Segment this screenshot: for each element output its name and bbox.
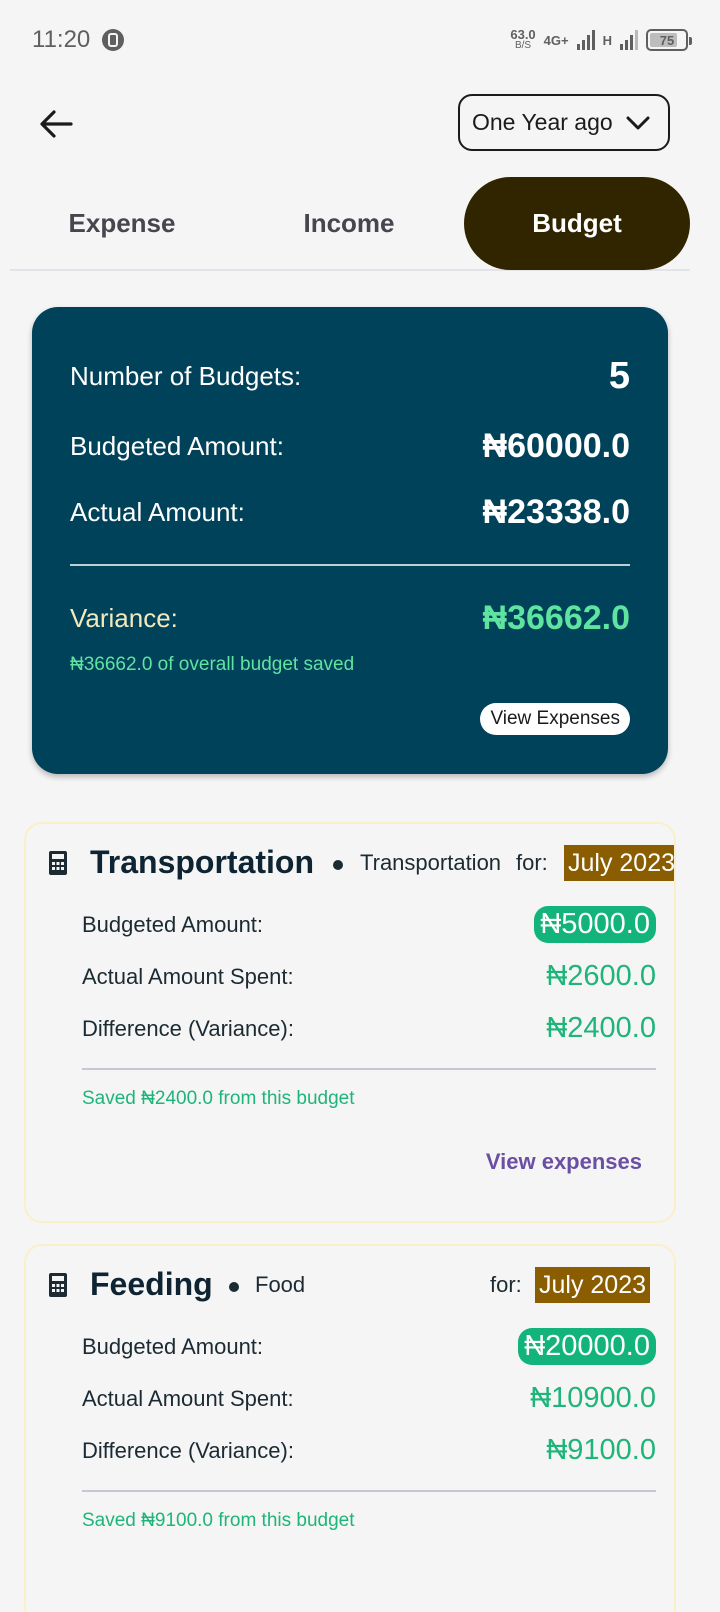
status-bar: 11:20 63.0 B/S 4G+ H 75 (0, 0, 720, 80)
difference-value: ₦2400.0 (546, 1012, 656, 1044)
calculator-icon (49, 1273, 67, 1297)
actual-value: ₦10900.0 (530, 1382, 656, 1414)
signal-icon-secondary (620, 30, 638, 50)
actual-row: Actual Amount Spent: ₦10900.0 (82, 1382, 656, 1415)
budget-card-feeding: Feeding Food for: July 2023 Budgeted Amo… (24, 1244, 676, 1612)
separator-dot (229, 1282, 239, 1292)
budgeted-row: Budgeted Amount: ₦5000.0 (82, 906, 656, 943)
separator-dot (333, 860, 343, 870)
budget-category: Transportation (360, 850, 502, 875)
saved-text: Saved ₦2400.0 from this budget (82, 1088, 355, 1109)
tab-expense[interactable]: Expense (10, 177, 234, 270)
view-expenses-link[interactable]: View expenses (486, 1149, 642, 1175)
summary-actual-row: Actual Amount: ₦23338.0 (70, 493, 630, 532)
battery-level: 75 (659, 32, 675, 48)
summary-count-label: Number of Budgets: (70, 361, 302, 391)
summary-budgeted-value: ₦60000.0 (482, 427, 630, 465)
budgeted-label: Budgeted Amount: (82, 1333, 264, 1359)
status-left: 11:20 (32, 26, 125, 54)
status-right: 63.0 B/S 4G+ H 75 (510, 27, 692, 51)
status-time: 11:20 (32, 26, 91, 53)
back-button[interactable] (30, 98, 82, 150)
chevron-down-icon (626, 116, 650, 129)
summary-budgeted-row: Budgeted Amount: ₦60000.0 (70, 427, 630, 466)
saved-text: Saved ₦9100.0 from this budget (82, 1510, 355, 1531)
budget-date-badge: July 2023 (564, 845, 674, 881)
summary-variance-label: Variance: (70, 603, 178, 633)
budget-for-label: for: (490, 1272, 522, 1297)
budgeted-row: Budgeted Amount: ₦20000.0 (82, 1328, 656, 1365)
signal-icon (576, 30, 595, 50)
actual-row: Actual Amount Spent: ₦2600.0 (82, 960, 656, 993)
network-type-4g: 4G+ (543, 32, 569, 48)
privacy-icon (102, 29, 125, 51)
summary-count-value: 5 (608, 355, 630, 397)
tab-bar: Expense Income Budget (10, 177, 690, 271)
battery-icon: 75 (646, 29, 692, 51)
actual-value: ₦2600.0 (546, 960, 656, 992)
tab-income[interactable]: Income (236, 177, 462, 270)
budget-for-label: for: (516, 850, 548, 875)
budgeted-value: ₦5000.0 (534, 906, 656, 943)
calculator-icon (49, 851, 67, 875)
network-speed-value: 63.0 (510, 27, 536, 42)
difference-label: Difference (Variance): (82, 1437, 294, 1463)
summary-variance-value: ₦36662.0 (482, 599, 630, 637)
summary-count-row: Number of Budgets: 5 (70, 355, 630, 398)
arrow-left-icon (40, 110, 73, 138)
card-divider (82, 1068, 656, 1070)
budgeted-label: Budgeted Amount: (82, 911, 264, 937)
summary-saved-note: ₦36662.0 of overall budget saved (70, 654, 355, 675)
summary-divider (70, 564, 630, 566)
card-divider (82, 1490, 656, 1492)
actual-label: Actual Amount Spent: (82, 963, 294, 989)
budget-category: Food (255, 1272, 306, 1297)
budget-title: Feeding (90, 1266, 213, 1302)
view-expenses-button[interactable]: View Expenses (480, 703, 630, 735)
difference-value: ₦9100.0 (546, 1434, 656, 1466)
network-speed: 63.0 B/S (510, 27, 536, 51)
budget-date-badge: July 2023 (535, 1267, 651, 1303)
actual-label: Actual Amount Spent: (82, 1385, 294, 1411)
tab-budget[interactable]: Budget (464, 177, 690, 270)
budgeted-value: ₦20000.0 (518, 1328, 656, 1365)
difference-row: Difference (Variance): ₦2400.0 (82, 1012, 656, 1045)
period-dropdown[interactable]: One Year ago (458, 94, 670, 151)
network-type-h: H (602, 32, 612, 48)
summary-variance-row: Variance: ₦36662.0 (70, 599, 630, 638)
summary-actual-value: ₦23338.0 (482, 493, 630, 531)
budget-card-header: Transportation Transportation for: July … (26, 824, 674, 904)
difference-label: Difference (Variance): (82, 1015, 294, 1041)
difference-row: Difference (Variance): ₦9100.0 (82, 1434, 656, 1467)
budget-card-transportation: Transportation Transportation for: July … (24, 822, 676, 1223)
budget-summary-card: Number of Budgets: 5 Budgeted Amount: ₦6… (32, 307, 668, 774)
summary-actual-label: Actual Amount: (70, 497, 245, 527)
budget-card-header: Feeding Food for: July 2023 (26, 1246, 674, 1326)
summary-budgeted-label: Budgeted Amount: (70, 431, 284, 461)
period-dropdown-value: One Year ago (472, 109, 613, 135)
budget-title: Transportation (90, 844, 315, 880)
network-speed-unit: B/S (514, 40, 532, 51)
